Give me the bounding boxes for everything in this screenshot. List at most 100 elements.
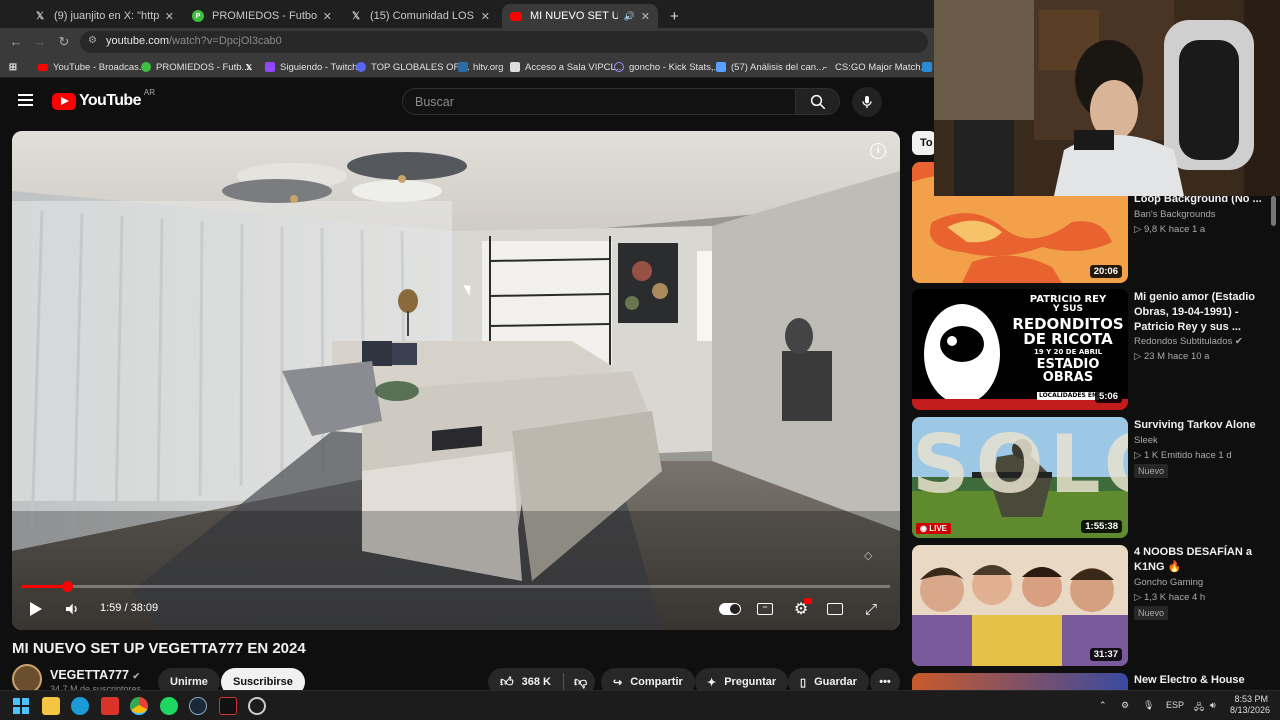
clock[interactable]: 8:53 PM 8/13/2026 bbox=[1230, 694, 1270, 716]
channel-name-card[interactable]: Redondos Subtitulados ✔ bbox=[1134, 336, 1243, 347]
chrome-icon[interactable] bbox=[130, 697, 148, 715]
video-title-card[interactable]: 4 NOOBS DESAFÍAN a K1NG 🔥 bbox=[1134, 545, 1266, 575]
reload-icon[interactable]: ↻ bbox=[56, 34, 72, 50]
edge-icon[interactable] bbox=[71, 697, 89, 715]
bookmark-analytics[interactable]: (57) Análisis del can... bbox=[716, 60, 824, 74]
views-icon: ▷ bbox=[1134, 450, 1144, 461]
spotify-icon[interactable] bbox=[160, 697, 178, 715]
search-input[interactable] bbox=[415, 93, 775, 111]
back-icon[interactable]: ← bbox=[8, 34, 24, 50]
hd-badge bbox=[804, 598, 812, 604]
video-player[interactable]: i ◇ 1:59 / 38:09 ═ ⚙ ⤢ bbox=[12, 131, 900, 630]
forward-icon[interactable]: → bbox=[32, 34, 48, 50]
speaker-icon[interactable]: 🔊 bbox=[624, 11, 635, 22]
bookmark-top-globales[interactable]: TOP GLOBALES OFI... bbox=[356, 60, 470, 74]
tray-chevron-icon[interactable]: ⌃ bbox=[1099, 700, 1107, 711]
channel-name-card[interactable]: Sleek bbox=[1134, 435, 1158, 446]
address-bar: ← → ↻ ⚙ youtube.com/watch?v=DpcjOl3cab0 bbox=[0, 28, 934, 56]
autoplay-toggle[interactable] bbox=[718, 596, 742, 622]
discord-icon bbox=[356, 62, 366, 72]
page-icon bbox=[510, 62, 520, 72]
youtube-logo[interactable]: YouTube AR bbox=[52, 88, 155, 110]
video-title: MI NUEVO SET UP VEGETTA777 EN 2024 bbox=[12, 640, 306, 657]
channel-name-card[interactable]: Ban's Backgrounds bbox=[1134, 209, 1216, 220]
close-tab-icon[interactable]: ✕ bbox=[165, 10, 174, 23]
fullscreen-button[interactable]: ⤢ bbox=[860, 596, 882, 622]
bookmark-kick[interactable]: goncho - Kick Stats,... bbox=[614, 60, 721, 74]
bookmark-hltv[interactable]: hltv.org bbox=[458, 60, 503, 74]
info-icon[interactable]: i bbox=[870, 143, 886, 159]
language-indicator[interactable]: ESP bbox=[1166, 700, 1184, 710]
theater-mode-button[interactable] bbox=[824, 596, 846, 622]
close-tab-icon[interactable]: ✕ bbox=[481, 10, 490, 23]
tab-strip: 𝕏 (9) juanjito en X: "https://t.co/H ✕ P… bbox=[0, 0, 934, 28]
mute-button[interactable] bbox=[62, 596, 82, 622]
progress-bar[interactable] bbox=[22, 581, 890, 592]
media-app-icon[interactable] bbox=[101, 697, 119, 715]
close-tab-icon[interactable]: ✕ bbox=[641, 10, 650, 23]
chip-all[interactable]: To bbox=[912, 131, 936, 155]
duration-badge: 5:06 bbox=[1094, 390, 1122, 403]
apps-icon[interactable]: ⊞ bbox=[8, 60, 23, 74]
omnibox[interactable]: ⚙ youtube.com/watch?v=DpcjOl3cab0 bbox=[80, 31, 928, 53]
search-button[interactable] bbox=[795, 88, 840, 115]
x-icon: 𝕏 bbox=[35, 10, 45, 22]
video-thumbnail[interactable] bbox=[912, 673, 1128, 690]
url-text: youtube.com/watch?v=DpcjOl3cab0 bbox=[106, 35, 282, 47]
bookmark-vip[interactable]: Acceso a Sala VIPCL... bbox=[510, 60, 624, 74]
bookmark-icon: ▯ bbox=[800, 676, 807, 689]
promiedos-icon: P bbox=[192, 10, 204, 22]
settings-button[interactable]: ⚙ bbox=[790, 596, 812, 622]
video-frame bbox=[12, 131, 900, 630]
app-icon[interactable] bbox=[219, 697, 237, 715]
bookmark-x[interactable]: 𝕏 bbox=[244, 60, 259, 74]
video-thumbnail[interactable]: PATRICIO REY Y SUS REDONDITOS DE RICOTA … bbox=[912, 289, 1128, 410]
progress-played bbox=[22, 585, 68, 588]
network-icon[interactable]: 🖧︎ bbox=[1194, 700, 1204, 716]
live-badge: ◉ LIVE bbox=[916, 523, 951, 534]
steam-icon[interactable] bbox=[189, 697, 207, 715]
video-title-card[interactable]: Surviving Tarkov Alone bbox=[1134, 418, 1266, 433]
close-tab-icon[interactable]: ✕ bbox=[323, 10, 332, 23]
menu-icon[interactable] bbox=[18, 94, 33, 106]
steam-tray-icon[interactable]: ⚙ bbox=[1121, 700, 1129, 711]
file-explorer-icon[interactable] bbox=[42, 697, 60, 715]
site-info-icon[interactable]: ⚙ bbox=[88, 35, 97, 46]
hltv-icon bbox=[458, 62, 468, 72]
bookmark-promiedos[interactable]: PROMIEDOS - Futb... bbox=[141, 60, 249, 74]
video-thumbnail[interactable]: 31:37 bbox=[912, 545, 1128, 666]
webcam-overlay bbox=[934, 0, 1280, 196]
volume-tray-icon[interactable]: 🔊︎ bbox=[1210, 700, 1216, 711]
play-button[interactable] bbox=[26, 596, 46, 622]
youtube-play-icon bbox=[52, 92, 76, 110]
video-title-card[interactable]: Mi genio amor (Estadio Obras, 19-04-1991… bbox=[1134, 290, 1266, 335]
obs-icon[interactable] bbox=[248, 697, 266, 715]
verified-icon: ✔ bbox=[1234, 336, 1243, 347]
channel-name[interactable]: VEGETTA777 ✔ bbox=[50, 668, 140, 682]
tab-youtube-active[interactable]: MI NUEVO SET UP VEGETTA777 🔊 ✕ bbox=[502, 4, 658, 28]
sparkle-icon: ✦ bbox=[707, 676, 717, 689]
tab-promiedos[interactable]: P PROMIEDOS - Futbol Argentino ✕ bbox=[184, 4, 340, 28]
share-icon: ↪ bbox=[613, 676, 623, 689]
volume-icon bbox=[66, 603, 77, 615]
tab-juanjito[interactable]: 𝕏 (9) juanjito en X: "https://t.co/H ✕ bbox=[26, 4, 182, 28]
microphone-tray-icon[interactable]: 🎙︎ bbox=[1143, 700, 1154, 711]
time-display: 1:59 / 38:09 bbox=[100, 602, 159, 614]
bookmark-twitch[interactable]: Siguiendo - Twitch bbox=[265, 60, 357, 74]
channel-name-card[interactable]: Goncho Gaming bbox=[1134, 577, 1203, 588]
new-tab-button[interactable]: + bbox=[662, 4, 682, 28]
youtube-icon bbox=[510, 11, 522, 21]
bookmark-csgo[interactable]: ⌐ CS:GO Major Match... bbox=[820, 60, 929, 74]
video-meta: ▷ 1,3 K hace 4 h bbox=[1134, 592, 1206, 603]
tab-comunidad[interactable]: 𝕏 (15) Comunidad LOS TOP GLOBALES ✕ bbox=[342, 4, 498, 28]
microphone-icon bbox=[862, 96, 872, 108]
video-thumbnail[interactable]: SOLO ◉ LIVE 1:55:38 bbox=[912, 417, 1128, 538]
solo-text: SOLO bbox=[912, 418, 1128, 511]
bookmark-youtube-broadcast[interactable]: YouTube - Broadcas... bbox=[38, 60, 147, 74]
voice-search-button[interactable] bbox=[852, 87, 882, 117]
captions-icon: ═ bbox=[757, 603, 773, 615]
windows-start-icon[interactable] bbox=[12, 697, 30, 715]
thumbs-down-icon[interactable]: 👎︎ bbox=[574, 674, 587, 690]
sidebar-scrollbar[interactable] bbox=[1271, 196, 1276, 226]
subtitles-button[interactable]: ═ bbox=[754, 596, 776, 622]
